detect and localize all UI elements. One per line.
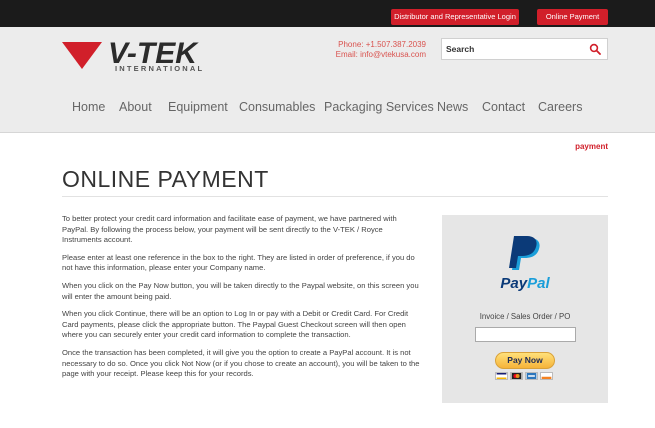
title-divider xyxy=(62,196,608,197)
nav-news[interactable]: News xyxy=(437,100,468,114)
nav-packaging-services[interactable]: Packaging Services xyxy=(324,100,434,114)
paypal-word-pay: Pay xyxy=(500,275,528,292)
phone-text: Phone: +1.507.387.2039 xyxy=(338,40,426,49)
nav-careers[interactable]: Careers xyxy=(538,100,582,114)
discover-card-icon xyxy=(540,372,553,380)
paragraph: To better protect your credit card infor… xyxy=(62,214,397,245)
accepted-cards xyxy=(495,372,555,381)
reference-input[interactable] xyxy=(475,327,576,342)
paypal-word-pal: Pal xyxy=(527,275,550,292)
search-icon[interactable] xyxy=(589,43,601,55)
email-link[interactable]: Email: info@vtekusa.com xyxy=(336,50,426,60)
paragraph: When you click Continue, there will be a… xyxy=(62,309,409,340)
mastercard-icon xyxy=(510,372,523,380)
paragraph: Once the transaction has been completed,… xyxy=(62,347,420,379)
paragraph: Please enter at least one reference in t… xyxy=(62,252,415,273)
visa-card-icon xyxy=(495,372,508,380)
search-box xyxy=(441,38,608,60)
vtek-logo[interactable]: V-TEK INTERNATIONAL xyxy=(62,37,212,76)
paypal-wordmark: PayPal xyxy=(442,275,608,292)
online-payment-button[interactable]: Online Payment xyxy=(537,9,608,25)
site-header: V-TEK INTERNATIONAL Phone: +1.507.387.20… xyxy=(0,27,655,133)
breadcrumb[interactable]: payment xyxy=(575,142,608,151)
page-title: ONLINE PAYMENT xyxy=(62,166,269,192)
nav-contact[interactable]: Contact xyxy=(482,100,525,114)
paypal-logo-icon xyxy=(509,236,540,270)
top-bar: Distributor and Representative Login Onl… xyxy=(0,0,655,27)
paragraph: When you click on the Pay Now button, yo… xyxy=(62,280,419,301)
vtek-logo-mark-icon xyxy=(62,42,102,69)
instructions: To better protect your credit card infor… xyxy=(62,214,422,387)
amex-card-icon xyxy=(525,372,538,380)
nav-equipment[interactable]: Equipment xyxy=(168,100,228,114)
logo-tagline: INTERNATIONAL xyxy=(115,64,205,73)
contact-info: Phone: +1.507.387.2039 Email: info@vteku… xyxy=(336,40,426,60)
pay-now-button[interactable]: Pay Now xyxy=(495,352,555,369)
nav-about[interactable]: About xyxy=(119,100,152,114)
reference-label: Invoice / Sales Order / PO xyxy=(479,312,571,321)
search-input[interactable] xyxy=(446,41,576,57)
paypal-panel: PayPal Invoice / Sales Order / PO Pay No… xyxy=(442,215,608,403)
distributor-login-button[interactable]: Distributor and Representative Login xyxy=(391,9,519,25)
nav-home[interactable]: Home xyxy=(72,100,105,114)
nav-consumables[interactable]: Consumables xyxy=(239,100,315,114)
